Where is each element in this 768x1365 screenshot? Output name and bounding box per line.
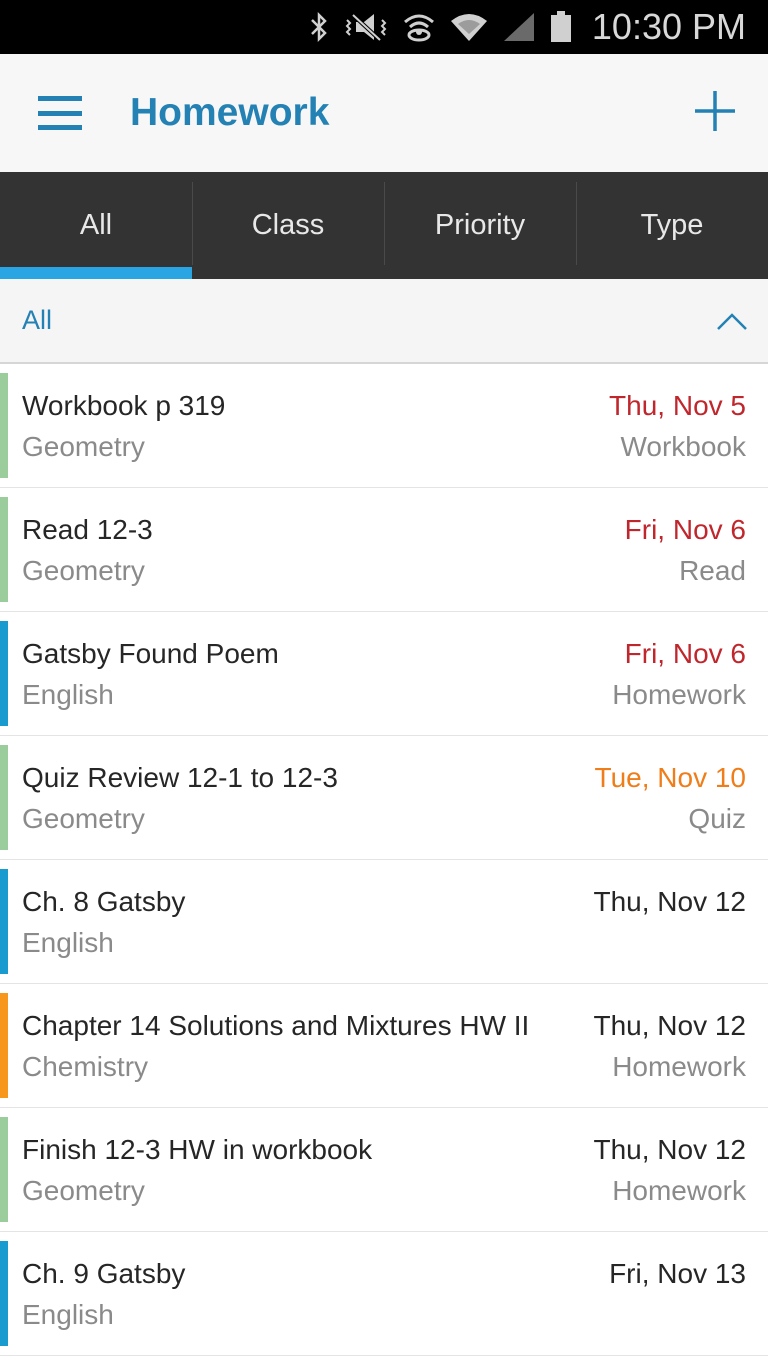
assignment-title: Read 12-3	[22, 514, 153, 545]
tab-label: All	[79, 209, 113, 241]
bluetooth-icon	[308, 12, 330, 42]
assignment-class: English	[22, 1299, 114, 1330]
class-color-stripe	[0, 993, 8, 1098]
class-color-stripe	[0, 1241, 8, 1346]
app-bar: Homework	[0, 54, 768, 172]
hotspot-icon	[402, 12, 436, 42]
clock: 10:30 PM	[591, 6, 746, 47]
tab-label: Priority	[434, 209, 526, 241]
assignment-title: Workbook p 319	[22, 390, 226, 421]
battery-icon	[550, 11, 572, 43]
tab-class[interactable]: Class	[192, 172, 384, 279]
assignment-title: Quiz Review 12-1 to 12-3	[22, 762, 338, 793]
add-button[interactable]	[694, 90, 736, 132]
class-color-stripe	[0, 497, 8, 602]
tab-label: Type	[640, 209, 704, 241]
tab-type[interactable]: Type	[576, 172, 768, 279]
assignment-class: English	[22, 679, 114, 710]
tab-bar: All Class Priority Type	[0, 172, 768, 279]
assignment-row[interactable]: Ch. 8 Gatsby English Thu, Nov 12	[0, 860, 768, 984]
assignment-title: Ch. 8 Gatsby	[22, 886, 186, 917]
assignment-title: Finish 12-3 HW in workbook	[22, 1134, 373, 1165]
filter-header[interactable]: All	[0, 279, 768, 364]
assignment-class: Geometry	[22, 431, 145, 462]
assignment-class: Geometry	[22, 1175, 145, 1206]
class-color-stripe	[0, 869, 8, 974]
assignment-class: English	[22, 927, 114, 958]
class-color-stripe	[0, 1117, 8, 1222]
assignment-type: Homework	[612, 679, 746, 710]
assignment-class: Geometry	[22, 555, 145, 586]
page-title: Homework	[130, 91, 330, 134]
assignment-row[interactable]: Workbook p 319 Geometry Thu, Nov 5 Workb…	[0, 364, 768, 488]
plus-icon	[695, 91, 735, 131]
tab-priority[interactable]: Priority	[384, 172, 576, 279]
assignment-row[interactable]: Chapter 14 Solutions and Mixtures HW II …	[0, 984, 768, 1108]
assignment-due-date: Thu, Nov 12	[593, 886, 746, 917]
assignment-row[interactable]: Read 12-3 Geometry Fri, Nov 6 Read	[0, 488, 768, 612]
assignment-due-date: Thu, Nov 12	[593, 1134, 746, 1165]
assignment-due-date: Fri, Nov 6	[624, 638, 746, 669]
tab-all[interactable]: All	[0, 172, 192, 279]
assignment-due-date: Thu, Nov 12	[593, 1010, 746, 1041]
vibrate-mute-icon	[344, 12, 388, 42]
assignment-due-date: Fri, Nov 6	[624, 514, 746, 545]
assignment-type: Quiz	[688, 803, 746, 834]
assignment-row[interactable]: Finish 12-3 HW in workbook Geometry Thu,…	[0, 1108, 768, 1232]
chevron-up-icon[interactable]	[716, 311, 748, 331]
assignment-row[interactable]: Quiz Review 12-1 to 12-3 Geometry Tue, N…	[0, 736, 768, 860]
assignment-title: Chapter 14 Solutions and Mixtures HW II	[22, 1010, 530, 1041]
assignment-row[interactable]: Ch. 9 Gatsby English Fri, Nov 13	[0, 1232, 768, 1356]
assignment-class: Chemistry	[22, 1051, 149, 1082]
assignment-type: Homework	[612, 1051, 746, 1082]
hamburger-icon[interactable]	[38, 96, 82, 130]
assignment-due-date: Thu, Nov 5	[609, 390, 746, 421]
class-color-stripe	[0, 621, 8, 726]
class-color-stripe	[0, 373, 8, 478]
tab-label: Class	[251, 209, 325, 241]
status-bar: 10:30 PM	[0, 0, 768, 54]
filter-label: All	[22, 305, 53, 335]
assignment-class: Geometry	[22, 803, 145, 834]
assignment-due-date: Fri, Nov 13	[609, 1258, 746, 1289]
signal-icon	[502, 12, 536, 42]
assignment-type: Homework	[612, 1175, 746, 1206]
wifi-icon	[450, 12, 488, 42]
class-color-stripe	[0, 745, 8, 850]
assignment-row[interactable]: Gatsby Found Poem English Fri, Nov 6 Hom…	[0, 612, 768, 736]
assignment-list: Workbook p 319 Geometry Thu, Nov 5 Workb…	[0, 364, 768, 1356]
assignment-type: Read	[679, 555, 746, 586]
assignment-due-date: Tue, Nov 10	[594, 762, 746, 793]
assignment-type: Workbook	[620, 431, 746, 462]
assignment-title: Ch. 9 Gatsby	[22, 1258, 186, 1289]
assignment-title: Gatsby Found Poem	[22, 638, 279, 669]
